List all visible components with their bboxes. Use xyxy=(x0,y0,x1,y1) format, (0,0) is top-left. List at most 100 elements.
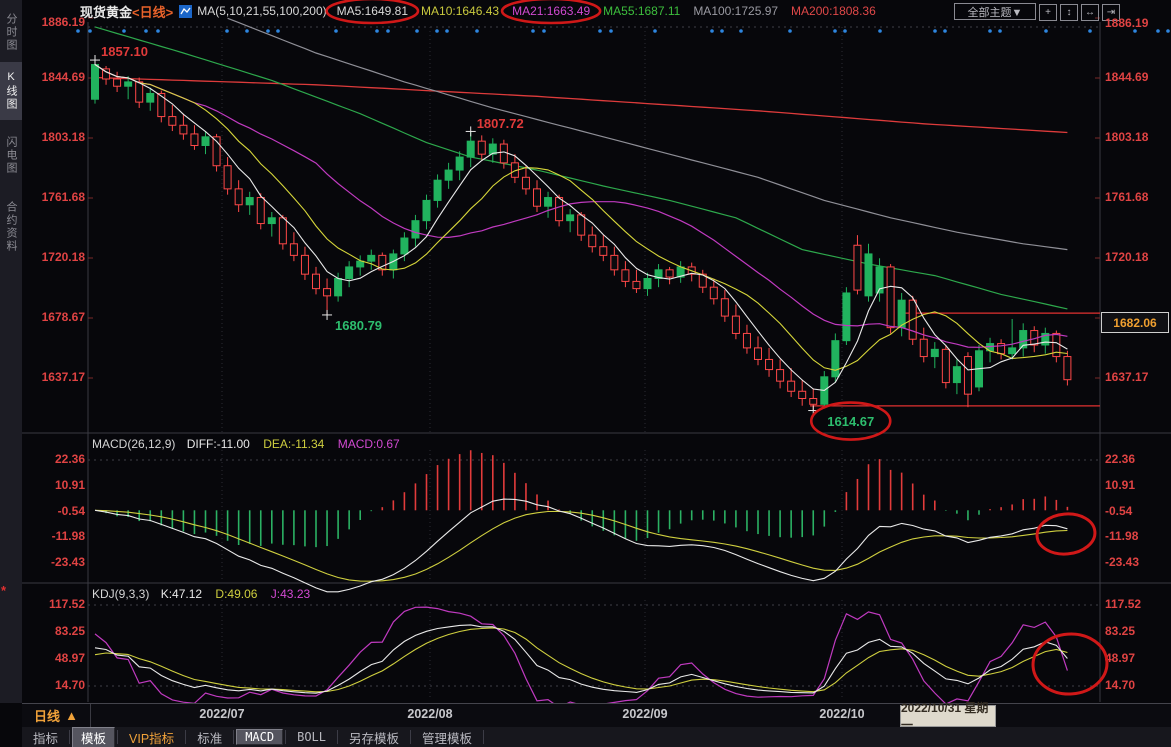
macd-axis-label-right: 10.91 xyxy=(1105,478,1165,492)
main-axis-label-right: 1637.17 xyxy=(1105,370,1165,384)
period-up-arrow-icon: ▲ xyxy=(65,708,78,723)
macd-axis-label-right: -11.98 xyxy=(1105,529,1165,543)
toolbar-separator xyxy=(233,730,234,744)
current-date-badge: 2022/10/31 星期一 xyxy=(900,705,996,727)
chart-canvas[interactable] xyxy=(0,0,1171,747)
macd-params-label: MACD(26,12,9) xyxy=(92,437,175,451)
tab-boll[interactable]: BOLL xyxy=(288,729,335,745)
toolbar-separator xyxy=(337,730,338,744)
kdj-d-value: D:49.06 xyxy=(215,587,257,601)
main-axis-label-right: 1803.18 xyxy=(1105,130,1165,144)
candles-layer xyxy=(92,60,1071,410)
toolbar-separator xyxy=(69,730,70,744)
tab-template[interactable]: 模板 xyxy=(72,727,115,747)
axis-zoom-horizontal-icon[interactable]: ↔ xyxy=(1081,4,1099,21)
tab-manage-template[interactable]: 管理模板 xyxy=(413,727,481,747)
ma55-line xyxy=(95,27,1067,309)
indicator-icon xyxy=(179,5,192,18)
main-axis-label-left: 1844.69 xyxy=(33,70,85,84)
bottom-toolbar: 指标模板VIP指标标准 MACD BOLL 另存模板管理模板 xyxy=(22,727,1171,747)
ma-value: MA200:1808.36 xyxy=(791,4,876,18)
ma21-line xyxy=(95,65,1067,348)
d-line xyxy=(95,628,1067,692)
crosshair-icon[interactable]: + xyxy=(1039,4,1057,21)
month-label: 2022/08 xyxy=(407,707,452,721)
macd-macd-value: MACD:0.67 xyxy=(338,437,400,451)
main-axis-label-right: 1761.68 xyxy=(1105,190,1165,204)
kdj-k-value: K:47.12 xyxy=(161,587,202,601)
price-line-badge: 1682.06 xyxy=(1101,312,1169,333)
symbol-name: 现货黄金 xyxy=(80,2,132,21)
toolbar-separator xyxy=(185,730,186,744)
main-axis-label-right: 1720.18 xyxy=(1105,250,1165,264)
period-label: <日线> xyxy=(132,2,173,21)
extreme-price-annotation: 1807.72 xyxy=(477,116,524,131)
theme-selector-button[interactable]: 全部主题▼ xyxy=(954,3,1036,20)
sidebar-tab-4[interactable]: 合约资料 xyxy=(0,190,22,264)
tab-indicator[interactable]: 指标 xyxy=(24,727,67,747)
period-selector[interactable]: 日线 ▲ xyxy=(22,704,91,727)
macd-header: MACD(26,12,9) DIFF:-11.00 DEA:-11.34 MAC… xyxy=(92,437,400,451)
ma-value: MA21:1663.49 xyxy=(512,4,590,18)
j-line xyxy=(95,607,1067,707)
ma-lines-slow xyxy=(95,18,1067,309)
header-controls: 全部主题▼ +↕↔⇥ xyxy=(954,2,1120,20)
kdj-axis-label-left: 117.52 xyxy=(33,597,85,611)
kdj-params-label: KDJ(9,3,3) xyxy=(92,587,149,601)
toolbar-separator xyxy=(117,730,118,744)
macd-axis-label-left: -0.54 xyxy=(33,504,85,518)
kdj-axis-label-right: 83.25 xyxy=(1105,624,1165,638)
toolbar-separator xyxy=(483,730,484,744)
tab-vip-indicator[interactable]: VIP指标 xyxy=(120,727,183,747)
macd-axis-label-left: -23.43 xyxy=(33,555,85,569)
dea-line xyxy=(95,510,1067,581)
main-axis-label-left: 1761.68 xyxy=(33,190,85,204)
macd-axis-label-right: -0.54 xyxy=(1105,504,1165,518)
month-label: 2022/10 xyxy=(819,707,864,721)
sidebar-tab-2[interactable]: K线图 xyxy=(0,62,22,120)
sidebar-tab-1[interactable]: 分时图 xyxy=(0,4,22,60)
period-selector-label: 日线 xyxy=(34,706,60,725)
kdj-panel xyxy=(95,607,1067,707)
ma-value: MA5:1649.81 xyxy=(337,4,408,18)
month-label: 2022/09 xyxy=(622,707,667,721)
macd-diff-value: DIFF:-11.00 xyxy=(187,437,250,451)
macd-axis-label-left: 10.91 xyxy=(33,478,85,492)
main-axis-label-left: 1886.19 xyxy=(33,15,85,29)
tab-standard[interactable]: 标准 xyxy=(188,727,231,747)
kdj-axis-label-right: 14.70 xyxy=(1105,678,1165,692)
macd-axis-label-left: -11.98 xyxy=(33,529,85,543)
kdj-axis-label-left: 48.97 xyxy=(33,651,85,665)
kdj-axis-label-left: 83.25 xyxy=(33,624,85,638)
kdj-header: KDJ(9,3,3) K:47.12 D:49.06 J:43.23 xyxy=(92,587,310,601)
main-axis-label-left: 1678.67 xyxy=(33,310,85,324)
main-axis-label-left: 1720.18 xyxy=(33,250,85,264)
macd-axis-label-right: -23.43 xyxy=(1105,555,1165,569)
signal-dots xyxy=(76,29,1170,33)
main-axis-label-left: 1637.17 xyxy=(33,370,85,384)
ma-group-label: MA(5,10,21,55,100,200) xyxy=(197,4,326,18)
extreme-price-annotation: 1680.79 xyxy=(335,318,382,333)
extreme-markers xyxy=(90,55,818,415)
axis-zoom-vertical-icon[interactable]: ↕ xyxy=(1060,4,1078,21)
trading-app: 分时图K线图闪电图合约资料 * 现货黄金 <日线> MA(5,10,21,55,… xyxy=(0,0,1171,747)
macd-panel xyxy=(95,450,1067,592)
chart-header: 现货黄金 <日线> MA(5,10,21,55,100,200) MA5:164… xyxy=(80,2,889,20)
ma100-line xyxy=(228,18,1068,249)
toolbar-separator xyxy=(285,730,286,744)
tab-save-template[interactable]: 另存模板 xyxy=(340,727,408,747)
sidebar-tab-3[interactable]: 闪电图 xyxy=(0,126,22,184)
macd-axis-label-left: 22.36 xyxy=(33,452,85,466)
month-label: 2022/07 xyxy=(199,707,244,721)
toolbar-separator xyxy=(410,730,411,744)
date-axis: 日线 ▲ 2022/07 2022/08 2022/09 2022/10 2022/1… xyxy=(22,703,1171,727)
main-axis-label-right: 1886.19 xyxy=(1105,16,1165,30)
tab-macd[interactable]: MACD xyxy=(236,729,283,745)
alert-marker-icon: * xyxy=(1,583,6,598)
extreme-price-annotation: 1614.67 xyxy=(827,414,874,429)
k-line xyxy=(95,625,1067,693)
ma-value: MA100:1725.97 xyxy=(693,4,778,18)
kdj-axis-label-left: 14.70 xyxy=(33,678,85,692)
main-axis-label-left: 1803.18 xyxy=(33,130,85,144)
kdj-j-value: J:43.23 xyxy=(271,587,310,601)
